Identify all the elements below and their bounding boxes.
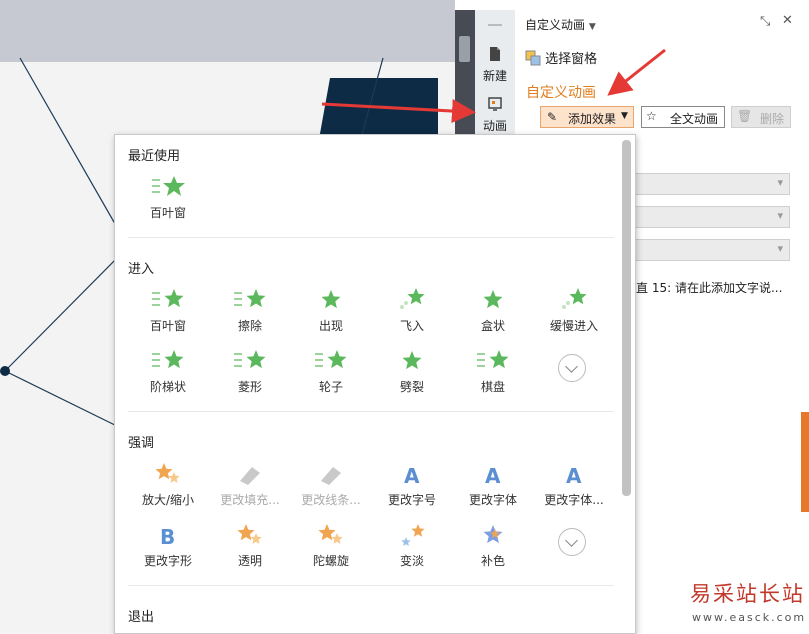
- dropdown-scrollbar[interactable]: [622, 140, 631, 496]
- effect-icon: [321, 467, 341, 485]
- effect-label: 变淡: [399, 554, 424, 568]
- effect-label: 劈裂: [399, 380, 424, 394]
- effect-icon: [237, 524, 262, 544]
- effect-icon: [152, 289, 184, 308]
- effect-item[interactable]: 陀螺旋: [291, 522, 371, 569]
- blinds-star-icon: [152, 176, 185, 196]
- effect-item[interactable]: 出现: [291, 287, 371, 334]
- effect-icon: [483, 525, 503, 544]
- effect-label: 轮子: [318, 380, 343, 394]
- effect-item[interactable]: 阶梯状: [128, 348, 208, 395]
- effect-label: 百叶窗: [149, 206, 186, 220]
- effect-item[interactable]: 棋盘: [453, 348, 533, 395]
- section-enter-title: 进入: [128, 262, 155, 277]
- effect-label: 透明: [237, 554, 262, 568]
- effect-icon: [315, 350, 347, 369]
- effect-recent-blinds[interactable]: 百叶窗: [128, 174, 208, 221]
- effect-icon: B: [160, 525, 175, 548]
- effect-label: 菱形: [237, 380, 262, 394]
- effect-icon: [402, 351, 422, 370]
- effect-item[interactable]: A 更改字体: [453, 461, 533, 508]
- effect-icon: [234, 350, 266, 369]
- effect-item[interactable]: 补色: [453, 522, 533, 569]
- effect-icon: [562, 288, 587, 309]
- effect-icon: A: [485, 464, 501, 487]
- svg-text:B: B: [160, 525, 175, 548]
- effect-icon: [152, 350, 184, 369]
- effect-label: 棋盘: [480, 380, 505, 394]
- effect-label: 出现: [318, 319, 343, 333]
- effect-item[interactable]: 百叶窗: [128, 287, 208, 334]
- effect-item[interactable]: 擦除: [210, 287, 290, 334]
- effect-item[interactable]: 菱形: [210, 348, 290, 395]
- effect-icon: [321, 290, 341, 309]
- effect-icon: [234, 289, 266, 308]
- effect-label: 陀螺旋: [312, 554, 349, 568]
- effect-icon: [401, 524, 425, 546]
- more-enter-effects-button[interactable]: [558, 354, 586, 382]
- section-emphasis-title: 强调: [128, 436, 155, 451]
- svg-text:A: A: [485, 464, 501, 487]
- section-recent-title: 最近使用: [128, 149, 181, 164]
- effect-label: 更改填充...: [220, 493, 280, 507]
- effect-label: 飞入: [399, 319, 424, 333]
- effect-item[interactable]: 放大/缩小: [128, 461, 208, 508]
- effect-label: 更改字形: [143, 554, 192, 568]
- effect-item[interactable]: 飞入: [372, 287, 452, 334]
- effect-label: 盒状: [480, 319, 505, 333]
- effect-item[interactable]: 变淡: [372, 522, 452, 569]
- separator: [128, 585, 614, 586]
- effect-icon: A: [404, 464, 420, 487]
- effect-label: 更改字体...: [544, 493, 604, 507]
- effect-item[interactable]: 更改线条...: [291, 461, 371, 508]
- effect-icon: [483, 290, 503, 309]
- effect-item[interactable]: 透明: [210, 522, 290, 569]
- separator: [128, 237, 614, 238]
- effect-label: 擦除: [237, 319, 262, 333]
- watermark-brand: 易采站长站: [690, 582, 805, 606]
- effect-label: 补色: [480, 554, 505, 568]
- watermark-url: www.easck.com: [692, 611, 807, 624]
- effect-label: 放大/缩小: [141, 493, 195, 507]
- effect-item[interactable]: 缓慢进入: [534, 287, 614, 334]
- effect-label: 更改字号: [387, 493, 436, 507]
- more-emphasis-effects-button[interactable]: [558, 528, 586, 556]
- effect-icon: [318, 524, 343, 544]
- effect-label: 缓慢进入: [549, 319, 598, 333]
- effect-icon: A: [566, 464, 582, 487]
- effect-icon: [477, 350, 509, 369]
- effect-item[interactable]: 更改填充...: [210, 461, 290, 508]
- effect-icon: [155, 463, 180, 483]
- effect-icon: [240, 467, 260, 485]
- svg-text:A: A: [404, 464, 420, 487]
- effect-item[interactable]: 轮子: [291, 348, 371, 395]
- effect-item[interactable]: B 更改字形: [128, 522, 208, 569]
- effect-label: 阶梯状: [149, 380, 186, 394]
- effect-item[interactable]: 盒状: [453, 287, 533, 334]
- effect-icon: [400, 288, 425, 309]
- effect-item[interactable]: A 更改字体...: [534, 461, 614, 508]
- effect-item[interactable]: 劈裂: [372, 348, 452, 395]
- effect-label: 更改字体: [468, 493, 517, 507]
- svg-text:A: A: [566, 464, 582, 487]
- effect-label: 更改线条...: [301, 493, 361, 507]
- section-exit-title: 退出: [128, 610, 155, 625]
- separator: [128, 411, 614, 412]
- effect-label: 百叶窗: [149, 319, 186, 333]
- effect-item[interactable]: A 更改字号: [372, 461, 452, 508]
